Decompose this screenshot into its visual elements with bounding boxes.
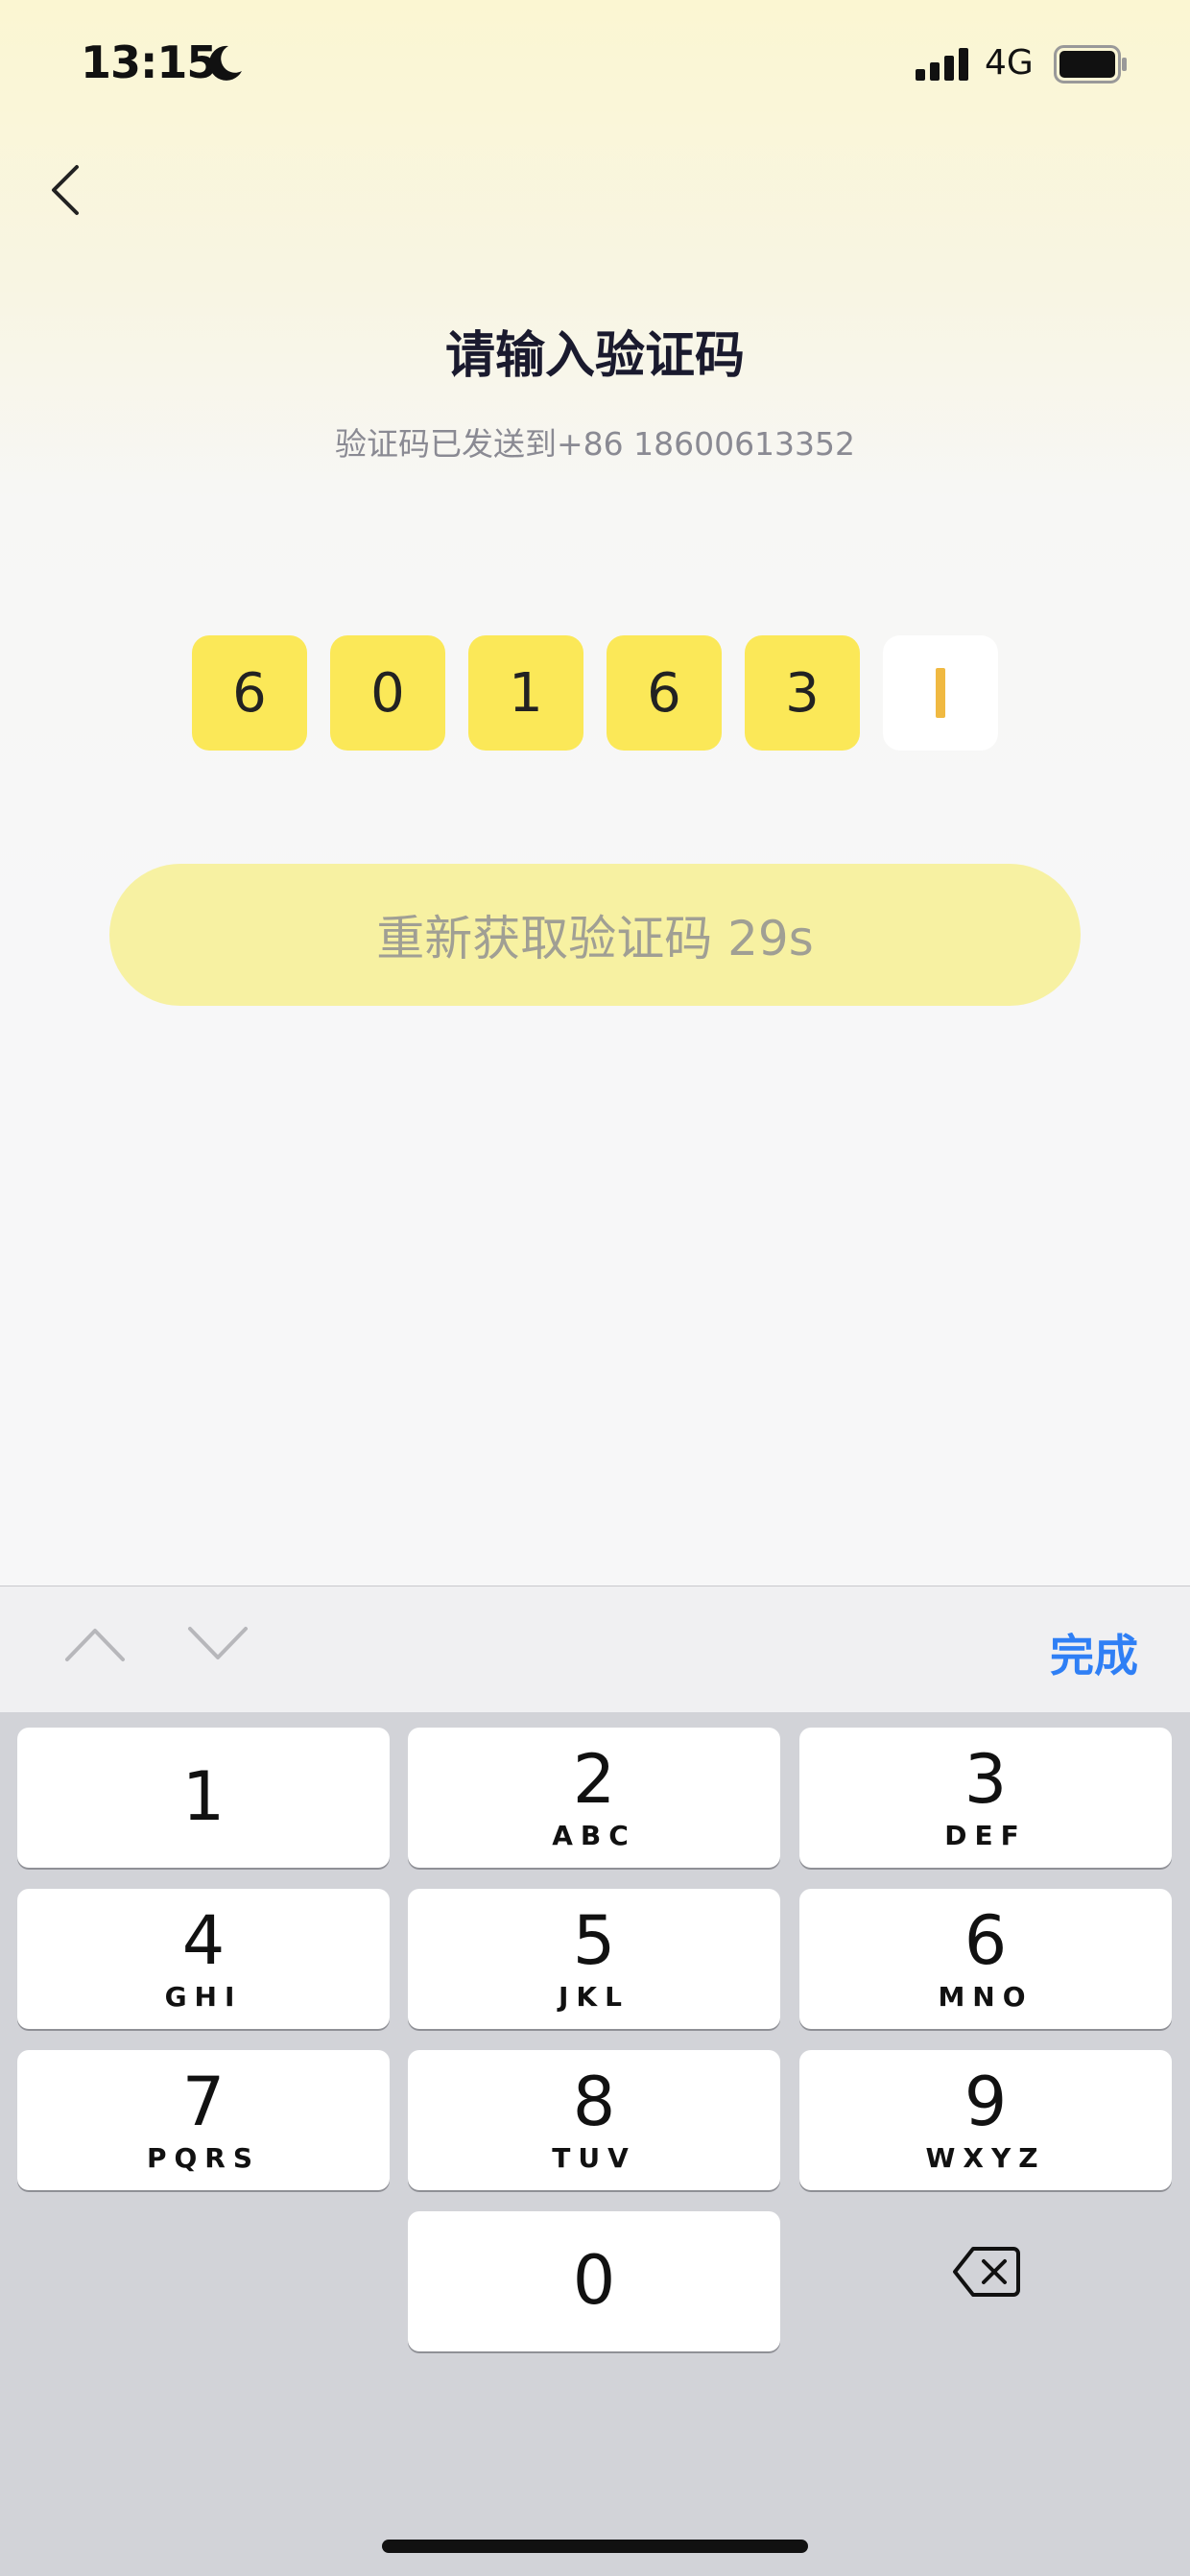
key-4[interactable]: 4 GHI [17,1889,390,2029]
key-digit: 2 [572,1740,616,1819]
code-digit-box[interactable]: 3 [745,635,860,751]
next-field-chevron-down-icon[interactable] [186,1625,250,1663]
key-letters: TUV [552,2142,636,2174]
key-digit: 4 [181,1901,226,1980]
status-time: 13:15 [81,36,217,88]
back-chevron-icon[interactable] [46,161,88,219]
key-2[interactable]: 2 ABC [408,1728,780,1868]
key-letters: WXYZ [925,2142,1046,2174]
key-digit: 8 [572,2063,616,2141]
key-digit: 7 [181,2063,226,2141]
battery-icon [1054,45,1127,83]
previous-field-chevron-up-icon[interactable] [63,1625,127,1663]
phone-sent-subtitle: 验证码已发送到+86 18600613352 [334,425,856,463]
network-type: 4G [985,43,1034,83]
key-letters: MNO [938,1981,1034,2013]
delete-key[interactable] [800,2202,1173,2342]
key-1[interactable]: 1 [17,1728,390,1868]
key-letters: JKL [559,1981,630,2013]
code-digit-box[interactable]: 1 [468,635,583,751]
key-digit: 3 [964,1740,1008,1819]
backspace-icon [953,2247,1020,2297]
resend-code-button[interactable]: 重新获取验证码 29s [109,864,1081,1006]
key-digit: 5 [572,1901,616,1980]
text-caret [936,668,945,718]
key-letters: ABC [552,1820,636,1851]
key-3[interactable]: 3 DEF [799,1728,1172,1868]
key-digit: 0 [572,2241,616,2320]
key-9[interactable]: 9 WXYZ [799,2050,1172,2190]
key-letters: DEF [944,1820,1027,1851]
code-digit-box[interactable]: 6 [607,635,722,751]
key-letters: GHI [164,1981,243,2013]
key-5[interactable]: 5 JKL [408,1889,780,2029]
key-digit: 1 [181,1757,226,1836]
keyboard-accessory-bar: 完成 [0,1586,1190,1713]
moon-icon [208,45,242,81]
key-8[interactable]: 8 TUV [408,2050,780,2190]
page-title: 请输入验证码 [444,327,745,385]
code-digit-box[interactable]: 0 [330,635,445,751]
signal-icon [916,48,968,81]
screen-background [0,0,1190,1586]
key-6[interactable]: 6 MNO [799,1889,1172,2029]
key-letters: PQRS [146,2142,261,2174]
key-7[interactable]: 7 PQRS [17,2050,390,2190]
key-digit: 9 [964,2063,1008,2141]
key-digit: 6 [964,1901,1008,1980]
key-0[interactable]: 0 [408,2211,780,2351]
code-digit-box[interactable]: 6 [192,635,307,751]
done-button[interactable]: 完成 [1050,1621,1138,1684]
home-indicator [382,2540,808,2553]
code-digit-box-active[interactable] [883,635,998,751]
